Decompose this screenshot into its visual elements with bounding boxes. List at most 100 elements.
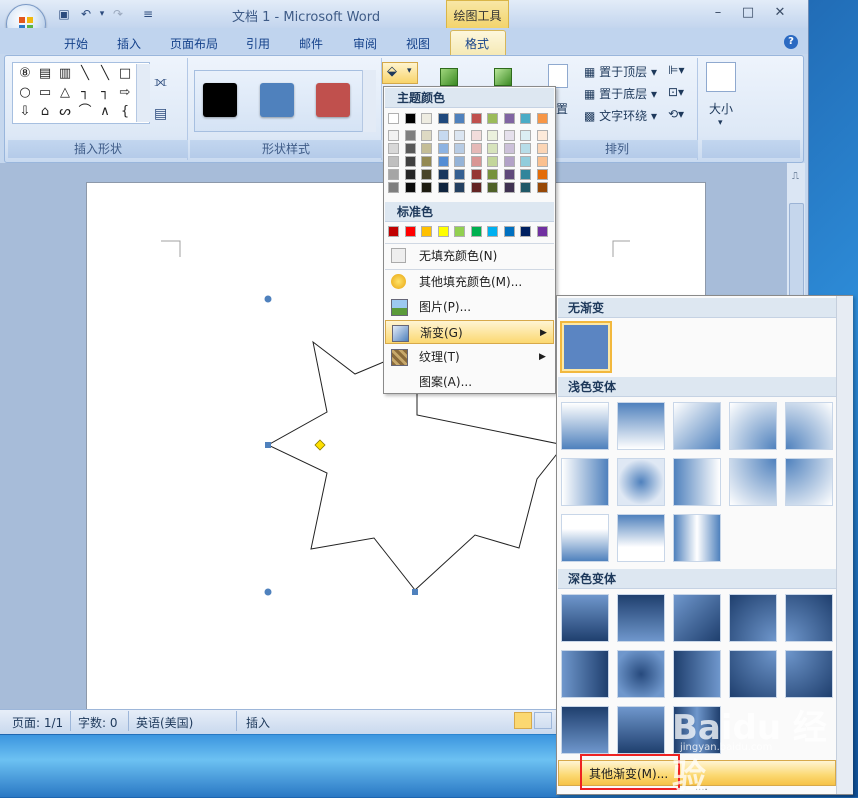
save-icon[interactable]: ▣	[56, 6, 72, 22]
theme-color-cell[interactable]	[470, 113, 482, 124]
theme-shade-cell[interactable]	[503, 143, 515, 154]
status-insert-mode[interactable]: 插入	[246, 714, 270, 731]
shape-option[interactable]: ⌂	[35, 103, 55, 121]
theme-shade-cell[interactable]	[470, 156, 482, 167]
menu-item-picture[interactable]: 图片(P)...	[385, 295, 554, 319]
dark-gradient-tile[interactable]	[785, 650, 833, 698]
shape-option[interactable]: ┐	[75, 84, 95, 102]
status-language[interactable]: 英语(美国)	[136, 714, 193, 731]
light-gradient-tile[interactable]	[561, 514, 609, 562]
theme-shade-cell[interactable]	[388, 169, 399, 180]
light-gradient-tile[interactable]	[729, 458, 777, 506]
theme-shade-cell[interactable]	[388, 130, 399, 141]
light-gradient-tile[interactable]	[785, 458, 833, 506]
theme-color-cell[interactable]	[437, 113, 449, 124]
ruler-toggle-icon[interactable]: ⎍	[789, 171, 802, 185]
theme-shade-cell[interactable]	[503, 182, 515, 193]
dark-gradient-tile[interactable]	[785, 594, 833, 642]
tab-view[interactable]: 视图	[406, 35, 430, 52]
theme-shade-cell[interactable]	[454, 169, 465, 180]
shape-option[interactable]: ⇩	[15, 103, 35, 121]
theme-shade-cell[interactable]	[421, 182, 432, 193]
menu-item-gradient[interactable]: 渐变(G) ▶	[385, 320, 554, 344]
shape-option[interactable]: ╲	[95, 65, 115, 83]
theme-shade-cell[interactable]	[454, 130, 465, 141]
styles-gallery-scroll[interactable]	[362, 70, 376, 132]
theme-shade-cell[interactable]	[388, 182, 399, 193]
theme-shade-cell[interactable]	[388, 143, 399, 154]
style-swatch-blue[interactable]	[260, 83, 294, 117]
no-gradient-tile[interactable]	[560, 321, 612, 373]
theme-shade-cell[interactable]	[404, 143, 416, 154]
undo-dropdown-icon[interactable]: ▾	[94, 6, 110, 22]
theme-shade-cell[interactable]	[520, 169, 531, 180]
standard-color-cell[interactable]	[421, 226, 432, 237]
redo-icon[interactable]: ↷	[110, 6, 126, 22]
text-box-icon[interactable]: ▤	[154, 106, 176, 126]
customize-icon[interactable]: ≡	[140, 6, 156, 22]
resize-handle-bottom-left[interactable]	[264, 588, 272, 596]
theme-shade-cell[interactable]	[520, 182, 531, 193]
dark-gradient-tile[interactable]	[673, 650, 721, 698]
help-icon[interactable]: ?	[784, 35, 798, 49]
tab-format[interactable]: 格式	[465, 35, 489, 52]
theme-color-cell[interactable]	[421, 113, 432, 124]
resize-handle-top[interactable]	[264, 295, 272, 303]
style-swatch-black[interactable]	[203, 83, 237, 117]
dark-gradient-tile[interactable]	[561, 706, 609, 754]
shape-option[interactable]: □	[115, 65, 135, 83]
dark-gradient-tile[interactable]	[729, 650, 777, 698]
theme-shade-cell[interactable]	[437, 182, 449, 193]
menu-item-texture[interactable]: 纹理(T) ▶	[385, 345, 554, 369]
shape-option[interactable]: ⇨	[115, 84, 135, 102]
maximize-button[interactable]: □	[738, 5, 758, 21]
theme-shade-cell[interactable]	[520, 156, 531, 167]
dark-gradient-tile[interactable]	[561, 594, 609, 642]
shape-option[interactable]: ⑧	[15, 65, 35, 83]
tab-references[interactable]: 引用	[246, 35, 270, 52]
light-gradient-tile[interactable]	[617, 458, 665, 506]
theme-shade-cell[interactable]	[421, 156, 432, 167]
text-wrap-button[interactable]: ▩ 文字环绕 ▾	[584, 107, 657, 124]
theme-shade-cell[interactable]	[388, 156, 399, 167]
theme-shade-cell[interactable]	[536, 182, 548, 193]
size-label[interactable]: 大小	[709, 100, 733, 117]
tab-review[interactable]: 审阅	[353, 35, 377, 52]
status-words[interactable]: 字数: 0	[78, 714, 118, 731]
theme-color-cell[interactable]	[404, 113, 416, 124]
theme-shade-cell[interactable]	[520, 143, 531, 154]
group-objects-icon[interactable]: ⊡▾	[668, 85, 684, 99]
theme-shade-cell[interactable]	[470, 169, 482, 180]
theme-shade-cell[interactable]	[503, 169, 515, 180]
standard-color-cell[interactable]	[454, 226, 465, 237]
theme-shade-cell[interactable]	[454, 156, 465, 167]
theme-shade-cell[interactable]	[437, 143, 449, 154]
style-swatch-red[interactable]	[316, 83, 350, 117]
menu-item-pattern[interactable]: 图案(A)...	[385, 370, 554, 394]
shape-option[interactable]: △	[55, 84, 75, 102]
standard-color-cell[interactable]	[536, 226, 548, 237]
dark-gradient-tile[interactable]	[561, 650, 609, 698]
shape-option[interactable]: ○	[15, 84, 35, 102]
resize-handle-bottom[interactable]	[412, 589, 418, 595]
theme-color-cell[interactable]	[536, 113, 548, 124]
theme-shade-cell[interactable]	[454, 182, 465, 193]
print-layout-view-icon[interactable]	[514, 712, 532, 729]
theme-shade-cell[interactable]	[421, 130, 432, 141]
size-icon[interactable]	[706, 62, 736, 92]
theme-shade-cell[interactable]	[503, 156, 515, 167]
theme-shade-cell[interactable]	[536, 156, 548, 167]
shape-option[interactable]: ╲	[75, 65, 95, 83]
edit-shape-icon[interactable]: ⟗	[154, 72, 176, 92]
theme-shade-cell[interactable]	[404, 156, 416, 167]
dark-gradient-tile[interactable]	[673, 594, 721, 642]
status-page[interactable]: 页面: 1/1	[12, 714, 63, 731]
light-gradient-tile[interactable]	[617, 514, 665, 562]
standard-color-cell[interactable]	[487, 226, 498, 237]
theme-shade-cell[interactable]	[487, 182, 498, 193]
theme-shade-cell[interactable]	[487, 143, 498, 154]
dark-gradient-tile[interactable]	[617, 650, 665, 698]
theme-shade-cell[interactable]	[487, 156, 498, 167]
theme-shade-cell[interactable]	[520, 130, 531, 141]
theme-shade-cell[interactable]	[404, 182, 416, 193]
